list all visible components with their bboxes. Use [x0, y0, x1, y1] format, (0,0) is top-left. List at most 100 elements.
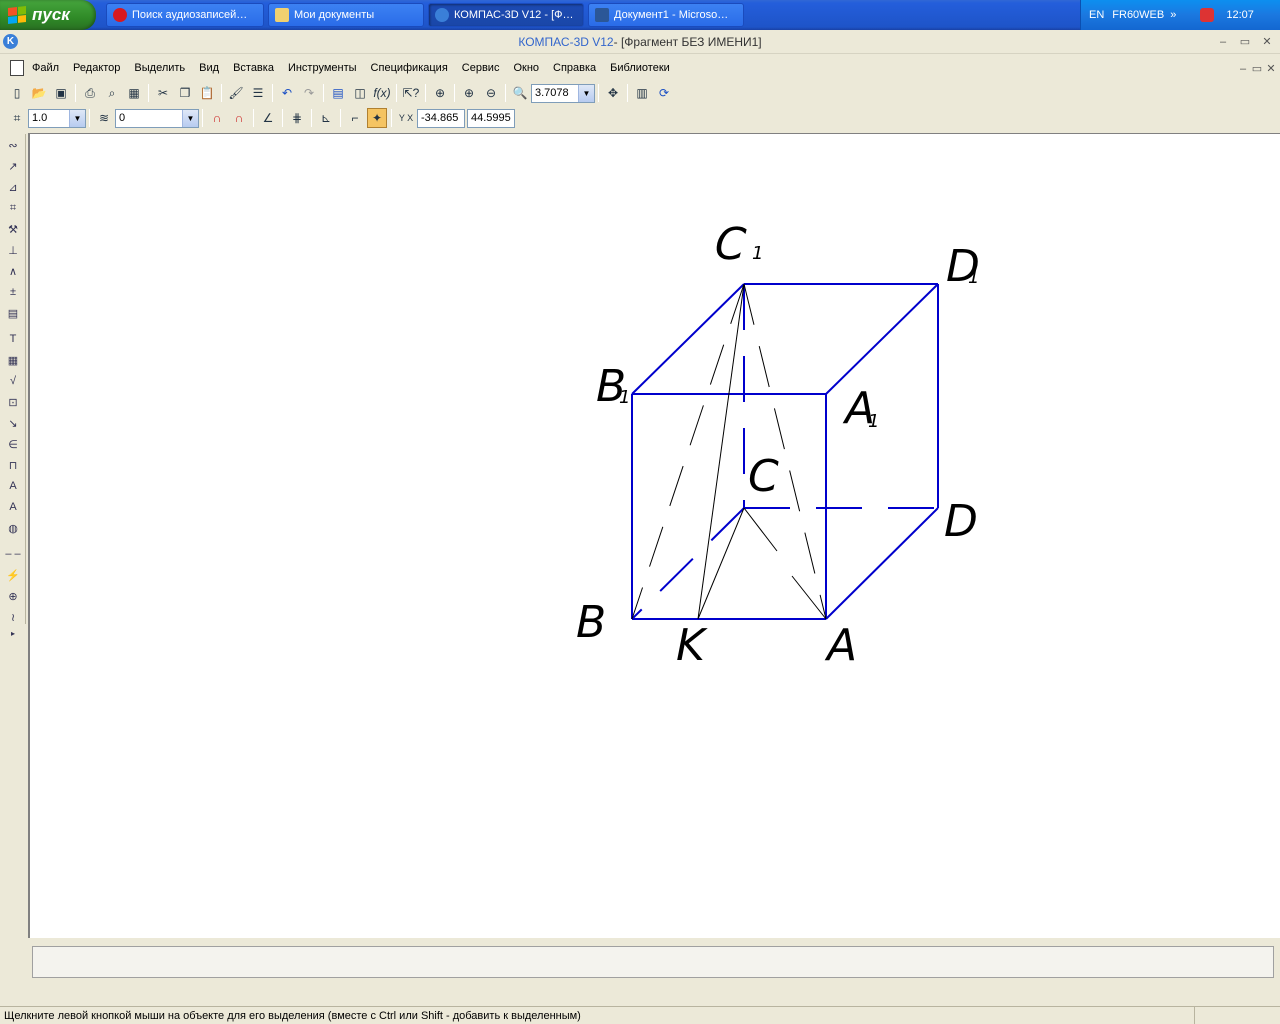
zoom-scale-icon[interactable]: 🔍 — [510, 83, 530, 103]
axis-line-icon[interactable]: – – — [2, 544, 24, 564]
menu-specification[interactable]: Спецификация — [371, 62, 448, 74]
copy-icon[interactable]: ❐ — [175, 83, 195, 103]
language-indicator[interactable]: EN — [1089, 9, 1104, 21]
center-mark-icon[interactable]: ⊕ — [2, 586, 24, 606]
text-leader-icon[interactable]: A — [2, 476, 24, 496]
label-c: C — [748, 451, 779, 502]
base-icon[interactable]: ⊡ — [2, 392, 24, 412]
parametrization-icon[interactable]: ⚒ — [2, 219, 24, 239]
start-button[interactable]: пуск — [0, 0, 96, 30]
table-icon[interactable]: ▦ — [2, 350, 24, 370]
measure-icon[interactable]: ⊥ — [2, 240, 24, 260]
menu-help[interactable]: Справка — [553, 62, 596, 74]
minimize-button[interactable]: – — [1216, 35, 1230, 49]
zoom-in-icon[interactable]: ⊕ — [459, 83, 479, 103]
app-name: КОМПАС-3D V12 — [518, 34, 614, 49]
zoom-combo[interactable]: 3.7078 ▼ — [531, 83, 595, 103]
grid-step-icon[interactable]: ⌗ — [7, 108, 27, 128]
layer-combo[interactable]: 0 ▼ — [115, 108, 199, 128]
new-document-icon[interactable]: ▯ — [7, 83, 27, 103]
grid-icon[interactable]: ⋕ — [287, 108, 307, 128]
close-button[interactable]: ✕ — [1260, 35, 1274, 49]
menu-window[interactable]: Окно — [513, 62, 539, 74]
coord-x-field[interactable]: -34.865 — [417, 108, 465, 128]
menu-file[interactable]: Файл — [32, 62, 59, 74]
symbols-icon[interactable]: ⊿ — [2, 177, 24, 197]
variables-icon[interactable]: f(x) — [372, 83, 392, 103]
cut-icon[interactable]: ✂ — [153, 83, 173, 103]
coord-y-field[interactable]: 44.5995 — [467, 108, 515, 128]
chevron-down-icon[interactable]: ▼ — [182, 109, 198, 127]
spec-icon[interactable]: ± — [2, 282, 24, 302]
show-all-icon[interactable]: ▥ — [632, 83, 652, 103]
pan-icon[interactable]: ✥ — [603, 83, 623, 103]
print-preview-icon[interactable]: ⌕ — [102, 83, 122, 103]
report-icon[interactable]: ▤ — [2, 303, 24, 323]
doc-minimize-button[interactable]: – — [1236, 62, 1250, 76]
chevron-down-icon[interactable]: ▼ — [69, 109, 85, 127]
undo-icon[interactable]: ↶ — [277, 83, 297, 103]
parametric-mode-icon[interactable]: ✦ — [367, 108, 387, 128]
open-folder-icon[interactable]: 📂 — [29, 83, 49, 103]
menu-libraries[interactable]: Библиотеки — [610, 62, 670, 74]
local-snap-icon[interactable]: ∩ — [229, 108, 249, 128]
lightning-icon[interactable]: ⚡ — [2, 565, 24, 585]
dimensions-icon[interactable]: ↗ — [2, 156, 24, 176]
chevron-down-icon[interactable]: ▼ — [578, 84, 594, 102]
label-k: K — [676, 620, 708, 671]
wave-line-icon[interactable]: ≀ — [2, 607, 24, 627]
hatch-icon[interactable]: ◍ — [2, 518, 24, 538]
save-icon[interactable]: ▣ — [51, 83, 71, 103]
maximize-button[interactable]: ▭ — [1238, 35, 1252, 49]
ortho-icon[interactable]: ∠ — [258, 108, 278, 128]
zoom-window-icon[interactable]: ⊕ — [430, 83, 450, 103]
shield-icon[interactable] — [1200, 8, 1215, 22]
redo-icon[interactable]: ↷ — [299, 83, 319, 103]
menu-select[interactable]: Выделить — [134, 62, 185, 74]
taskbar-task-my-documents[interactable]: Мои документы — [268, 3, 424, 27]
drawing-svg[interactable]: C 1 D 1 B 1 A 1 C D B K A — [30, 134, 1280, 939]
print-icon[interactable]: ⎙ — [80, 83, 100, 103]
properties-icon[interactable]: ☰ — [248, 83, 268, 103]
separator — [323, 84, 324, 102]
coordinate-system-icon[interactable]: ⊾ — [316, 108, 336, 128]
manager-icon[interactable]: ▤ — [328, 83, 348, 103]
taskbar-task-kompas[interactable]: КОМПАС-3D V12 - [Ф… — [428, 3, 584, 27]
snap-icon[interactable]: ∩ — [207, 108, 227, 128]
view-arrow-icon[interactable]: ⊓ — [2, 455, 24, 475]
menu-service[interactable]: Сервис — [462, 62, 500, 74]
roughness-icon[interactable]: √ — [2, 371, 24, 391]
menu-editor[interactable]: Редактор — [73, 62, 120, 74]
round-icon[interactable]: ⌐ — [345, 108, 365, 128]
document-icon[interactable] — [10, 60, 24, 76]
format-painter-icon[interactable]: 🖌 — [226, 83, 246, 103]
text-icon[interactable]: T — [2, 329, 24, 349]
menu-insert[interactable]: Вставка — [233, 62, 274, 74]
clock[interactable]: 12:07 — [1226, 9, 1254, 21]
taskbar-task-opera[interactable]: Поиск аудиозаписей… — [106, 3, 264, 27]
context-help-icon[interactable]: ⇱? — [401, 83, 421, 103]
taskbar-task-word[interactable]: Документ1 - Microso… — [588, 3, 744, 27]
layers-icon[interactable]: ◫ — [350, 83, 370, 103]
geometry-icon[interactable]: ∾ — [2, 135, 24, 155]
scale-combo[interactable]: 1.0 ▼ — [28, 108, 86, 128]
refresh-icon[interactable]: ⟳ — [654, 83, 674, 103]
label-icon[interactable]: A — [2, 497, 24, 517]
tolerance-icon[interactable]: ∈ — [2, 434, 24, 454]
layer-icon[interactable]: ≋ — [94, 108, 114, 128]
kompas-app-icon[interactable]: K — [3, 34, 18, 49]
doc-close-button[interactable]: ✕ — [1264, 62, 1278, 76]
menu-tools[interactable]: Инструменты — [288, 62, 357, 74]
drawing-canvas[interactable]: C 1 D 1 B 1 A 1 C D B K A — [28, 133, 1280, 938]
editing-icon[interactable]: ⌗ — [2, 198, 24, 218]
menu-view[interactable]: Вид — [199, 62, 219, 74]
doc-restore-button[interactable]: ▭ — [1250, 62, 1264, 76]
panel-expand-icon[interactable]: ▸ — [2, 628, 24, 638]
tray-user: FR60WEB — [1112, 9, 1165, 21]
select-icon[interactable]: ∧ — [2, 261, 24, 281]
page-setup-icon[interactable]: ▦ — [124, 83, 144, 103]
leader-icon[interactable]: ↘ — [2, 413, 24, 433]
tray-expand-icon[interactable]: » — [1170, 9, 1176, 21]
paste-icon[interactable]: 📋 — [197, 83, 217, 103]
zoom-out-icon[interactable]: ⊖ — [481, 83, 501, 103]
